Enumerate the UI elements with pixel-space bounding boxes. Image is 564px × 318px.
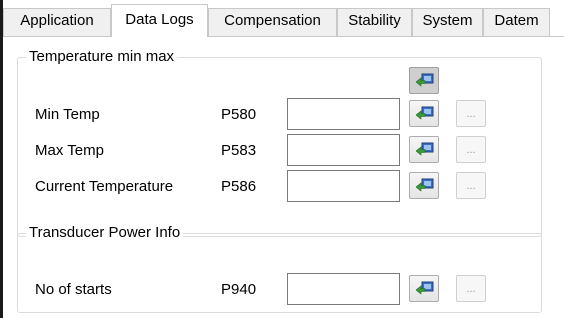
tab-compensation[interactable]: Compensation — [208, 8, 337, 36]
max-temp-param-code: P583 — [221, 142, 257, 159]
monitor-arrow-icon — [416, 73, 434, 87]
min-temp-label: Min Temp — [35, 106, 100, 123]
max-temp-field[interactable] — [287, 134, 400, 166]
min-temp-param-code: P580 — [221, 106, 257, 123]
monitor-arrow-icon — [416, 178, 434, 192]
max-temp-more-button[interactable]: ... — [456, 136, 486, 163]
temperature-group: Temperature min max Min Temp P580 ... Ma… — [17, 47, 542, 237]
tab-system[interactable]: System — [412, 8, 483, 36]
tab-application[interactable]: Application — [3, 8, 111, 36]
current-temp-transfer-button[interactable] — [409, 172, 439, 199]
transfer-all-button[interactable] — [409, 67, 439, 94]
current-temp-label: Current Temperature — [35, 178, 174, 195]
min-temp-field[interactable] — [287, 98, 400, 130]
no-of-starts-more-button[interactable]: ... — [456, 275, 486, 302]
min-temp-transfer-button[interactable] — [409, 100, 439, 127]
max-temp-transfer-button[interactable] — [409, 136, 439, 163]
monitor-arrow-icon — [416, 142, 434, 156]
tab-stability[interactable]: Stability — [337, 8, 412, 36]
no-of-starts-transfer-button[interactable] — [409, 275, 439, 302]
current-temp-param-code: P586 — [221, 178, 257, 195]
tab-datem[interactable]: Datem — [483, 8, 550, 36]
tab-strip: Application Data Logs Compensation Stabi… — [0, 0, 564, 37]
monitor-arrow-icon — [416, 106, 434, 120]
min-temp-more-button[interactable]: ... — [456, 100, 486, 127]
window-left-edge — [0, 0, 3, 318]
transducer-power-group: Transducer Power Info No of starts P940 … — [17, 223, 542, 313]
data-logs-panel: Temperature min max Min Temp P580 ... Ma… — [0, 36, 564, 318]
group-title: Temperature min max — [26, 47, 178, 67]
no-of-starts-field[interactable] — [287, 273, 400, 305]
tab-data-logs[interactable]: Data Logs — [111, 4, 208, 37]
current-temp-field[interactable] — [287, 170, 400, 202]
max-temp-label: Max Temp — [35, 142, 104, 159]
no-of-starts-label: No of starts — [35, 281, 112, 298]
monitor-arrow-icon — [416, 281, 434, 295]
no-of-starts-param-code: P940 — [221, 281, 257, 298]
current-temp-more-button[interactable]: ... — [456, 172, 486, 199]
group-title: Transducer Power Info — [26, 223, 184, 243]
